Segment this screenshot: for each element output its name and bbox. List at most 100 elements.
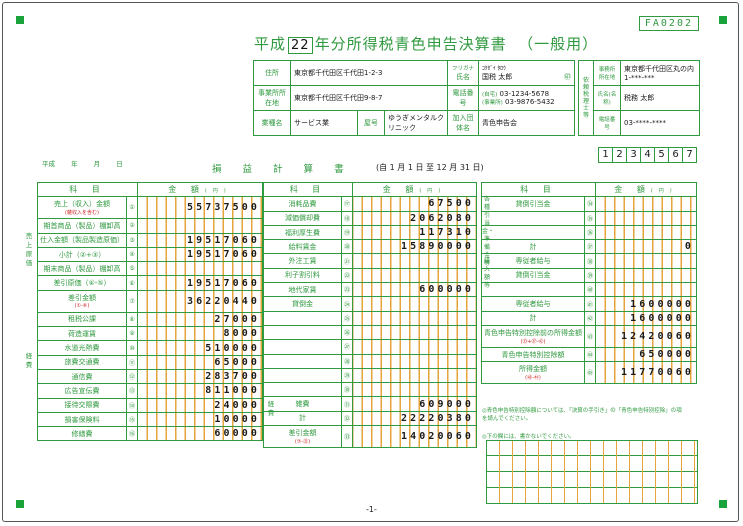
amount-field[interactable]	[137, 261, 263, 277]
row-number: ⑤	[125, 261, 139, 277]
amount-field[interactable]: 19517060	[137, 275, 263, 291]
biz-address-field[interactable]: 東京都千代田区千代田9-8-7	[290, 85, 448, 111]
amount-field[interactable]: 65000	[137, 354, 263, 370]
pl-row: 水道光熱費 ⑩ 510000	[37, 340, 263, 356]
amount-field[interactable]: 1600000	[595, 310, 697, 326]
amount-field[interactable]	[352, 382, 477, 398]
amount-field[interactable]	[137, 218, 263, 234]
industry-field[interactable]: サービス業	[291, 111, 358, 135]
pl-column-2: 科 目 金 額(円) 消耗品費 ⑰ 67500 減価償却費 ⑱ 2062080 福利厚生費 ⑲…	[262, 181, 477, 449]
row-item-name	[263, 339, 342, 355]
pl-row: 差引原価（④-⑤） ⑥ 19517060	[37, 275, 263, 291]
amount-field[interactable]: 27000	[137, 311, 263, 328]
amount-field[interactable]: 10000	[137, 411, 263, 428]
amount-field[interactable]	[352, 267, 477, 284]
agent-name-field[interactable]: 税務 太郎	[620, 85, 700, 111]
amount-field[interactable]	[352, 310, 477, 326]
amount-field[interactable]: 12420060	[595, 324, 697, 348]
pl-row: 仕入金額（製品製造原価） ③ 19517060	[37, 232, 263, 248]
amount-field[interactable]	[595, 210, 697, 226]
amount-field[interactable]: 60000	[137, 426, 263, 442]
pl-row: 計㉜ 22220380	[263, 410, 477, 427]
note-special-deduction: ◎青色申告特別控除額については、「決算の手引き」の「青色申告特別控除」の項を読ん…	[482, 408, 682, 422]
corner-mark	[16, 16, 24, 24]
amount-field[interactable]	[595, 253, 697, 269]
amount-field[interactable]	[352, 324, 477, 341]
amount-field[interactable]: 510000	[137, 340, 263, 356]
amount-field[interactable]: 22220380	[352, 410, 477, 427]
amount-field[interactable]: 8000	[137, 326, 263, 342]
agent-info: 依頼税理士等 事務所所在地 東京都千代田区丸の内 1-***-*** 氏名(名称)…	[578, 60, 700, 136]
amount-field[interactable]: 67500	[352, 196, 477, 212]
row-number: ㉗	[340, 339, 354, 355]
year-box[interactable]: 22	[288, 37, 313, 54]
amount-field[interactable]	[352, 339, 477, 355]
row-item-name: 広告宣伝費	[37, 383, 127, 399]
amount-field[interactable]: 0	[595, 239, 697, 255]
amount-field[interactable]	[352, 253, 477, 269]
amount-field[interactable]	[595, 196, 697, 212]
amount-field[interactable]: 19517060	[137, 232, 263, 248]
row-item-name: 差引金額 (⑦-㉜)	[263, 425, 342, 449]
amount-field[interactable]: 600000	[352, 282, 477, 298]
row-item-name	[263, 310, 342, 326]
amount-field[interactable]	[352, 296, 477, 312]
amount-field[interactable]	[352, 353, 477, 369]
pl-row: ㉚	[263, 382, 477, 398]
row-number: ㉞	[583, 196, 597, 212]
pl-row: 売上（収入）金額 (雑収入を含む) ① 55737500	[37, 196, 263, 220]
amount-field[interactable]	[595, 224, 697, 241]
address-field[interactable]: 東京都千代田区千代田1-2-3	[290, 60, 448, 86]
pl-row: ㉙	[263, 367, 477, 384]
amount-field[interactable]: 24000	[137, 397, 263, 413]
pl-row: 修繕費 ⑯ 60000	[37, 426, 263, 442]
amount-field[interactable]	[595, 267, 697, 284]
amount-field[interactable]: 55737500	[137, 196, 263, 220]
row-number: ㉜	[340, 410, 354, 427]
tel-field[interactable]: (自宅) 03-1234-5678 (事業所) 03-9876-5432	[478, 85, 575, 111]
row-item-name: 租税公課	[37, 311, 127, 328]
pl-row: 荷造運賃 ⑨ 8000	[37, 326, 263, 342]
office-use-grid	[486, 440, 698, 504]
amount-field[interactable]: 283700	[137, 368, 263, 385]
pl-row: ㉗	[263, 339, 477, 355]
amount-field[interactable]	[352, 367, 477, 384]
name-field[interactable]: ｺｸｾﾞｲ ﾀﾛｳ 国税 太郎 ㊞	[478, 60, 575, 86]
amount-field[interactable]: 117310	[352, 224, 477, 241]
row-number: ㊺	[583, 361, 597, 385]
amount-field[interactable]: 650000	[595, 346, 697, 363]
association-field[interactable]: 青色申告会	[478, 110, 575, 136]
amount-field[interactable]: 15890000	[352, 239, 477, 255]
amount-field[interactable]: 609000	[352, 396, 477, 412]
taxpayer-info: 住所 東京都千代田区千代田1-2-3 フリガナ 氏名 ｺｸｾﾞｲ ﾀﾛｳ 国税 太郎…	[253, 60, 575, 136]
row-number: ⑭	[125, 397, 139, 413]
row-item-name: 旅費交通費	[37, 354, 127, 370]
amount-field[interactable]: 36220440	[137, 289, 263, 313]
pl-row: 利子割引料㉒	[263, 267, 477, 284]
row-item-name	[481, 224, 585, 241]
amount-field[interactable]: 811000	[137, 383, 263, 399]
row-number: ㉝	[340, 425, 354, 449]
row-item-name: 福利厚生費	[263, 224, 342, 241]
amount-field[interactable]: 1600000	[595, 296, 697, 312]
row-item-name: 利子割引料	[263, 267, 342, 284]
pl-row: 専従者給与㊳	[481, 253, 697, 269]
shop-name-field[interactable]: ゆうぎメンタルクリニック	[385, 111, 448, 135]
amount-field[interactable]: 14020060	[352, 425, 477, 449]
row-number: ㊵	[583, 282, 597, 298]
amount-field[interactable]: 11770060	[595, 361, 697, 385]
row-number: ①	[125, 196, 139, 220]
row-item-name: 小計（②+③）	[37, 246, 127, 263]
pl-row: 外注工賃㉑	[263, 253, 477, 269]
pl-row: 雑費㉛ 609000	[263, 396, 477, 412]
amount-field[interactable]: 2062080	[352, 210, 477, 226]
side-label-expense-2: 経費	[267, 400, 275, 417]
amount-field[interactable]	[595, 282, 697, 298]
date-line: 平成 年 月 日	[42, 160, 123, 168]
agent-address-field[interactable]: 東京都千代田区丸の内 1-***-***	[620, 60, 700, 86]
agent-tel-field[interactable]: 03-****-****	[620, 110, 700, 136]
row-item-name: 修繕費	[37, 426, 127, 442]
row-number: ⑬	[125, 383, 139, 399]
amount-field[interactable]: 19517060	[137, 246, 263, 263]
row-number: ㊴	[583, 267, 597, 284]
